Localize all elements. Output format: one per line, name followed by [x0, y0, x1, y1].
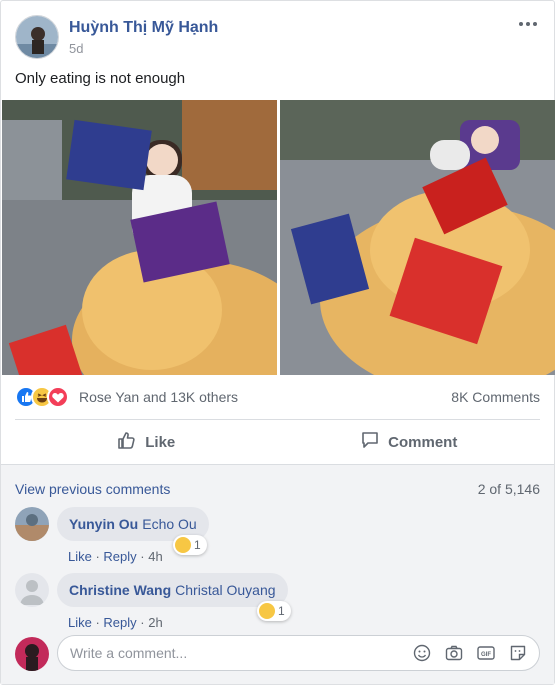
commenter-avatar[interactable] — [15, 573, 49, 607]
write-comment-row: GIF — [15, 635, 540, 673]
comment-reply-link[interactable]: Reply — [103, 615, 136, 630]
comment-like-link[interactable]: Like — [68, 615, 92, 630]
photo-left[interactable] — [2, 100, 277, 375]
like-button[interactable]: Like — [15, 422, 278, 462]
commenter-name[interactable]: Christine Wang — [69, 582, 171, 598]
comment-item: Christine Wang Christal Ouyang Like · Re… — [15, 573, 540, 633]
comment-reaction-count: 1 — [194, 538, 201, 552]
comment-label: Comment — [388, 433, 458, 451]
author-name[interactable]: Huỳnh Thị Mỹ Hạnh — [69, 19, 218, 37]
sticker-icon[interactable] — [508, 643, 528, 663]
comment-bubble: Christine Wang Christal Ouyang — [57, 573, 288, 607]
like-label: Like — [145, 433, 176, 451]
post-time[interactable]: 5d — [69, 41, 83, 56]
comment-meta: Like · Reply · 2h — [68, 615, 163, 630]
reaction-names[interactable]: Rose Yan and 13K others — [79, 389, 238, 405]
tagged-user[interactable]: Christal Ouyang — [175, 582, 275, 598]
post-card: Huỳnh Thị Mỹ Hạnh 5d Only eating is not … — [0, 0, 555, 685]
current-user-avatar[interactable] — [15, 637, 49, 671]
comment-item: Yunyin Ou Echo Ou Like · Reply · 4h 1 — [15, 507, 540, 567]
divider — [15, 419, 540, 420]
comment-input-icons: GIF — [412, 643, 528, 663]
wow-icon — [259, 603, 275, 619]
comment-time[interactable]: 2h — [148, 615, 162, 630]
comment-button[interactable]: Comment — [278, 422, 541, 462]
comment-reaction-count: 1 — [278, 604, 285, 618]
haha-icon — [175, 537, 191, 553]
commenter-avatar[interactable] — [15, 507, 49, 541]
emoji-icon[interactable] — [412, 643, 432, 663]
comment-count[interactable]: 8K Comments — [451, 389, 540, 405]
comment-time[interactable]: 4h — [148, 549, 162, 564]
post-actions: Like Comment — [15, 422, 540, 462]
reaction-icons[interactable] — [15, 386, 77, 408]
thumbs-up-icon — [117, 430, 137, 454]
svg-text:GIF: GIF — [481, 652, 491, 658]
photo-right[interactable] — [280, 100, 555, 375]
reactions-bar: Rose Yan and 13K others 8K Comments — [15, 385, 540, 409]
love-icon — [47, 386, 69, 408]
comment-reaction[interactable]: 1 — [173, 535, 207, 555]
more-options-icon[interactable] — [516, 15, 540, 33]
camera-icon[interactable] — [444, 643, 464, 663]
tagged-user[interactable]: Echo Ou — [142, 516, 196, 532]
commenter-name[interactable]: Yunyin Ou — [69, 516, 138, 532]
comment-reaction[interactable]: 1 — [257, 601, 291, 621]
comment-like-link[interactable]: Like — [68, 549, 92, 564]
comment-reply-link[interactable]: Reply — [103, 549, 136, 564]
post-text: Only eating is not enough — [15, 70, 186, 87]
photo-grid — [2, 100, 555, 375]
post-header: Huỳnh Thị Mỹ Hạnh 5d — [15, 15, 540, 61]
author-avatar[interactable] — [15, 15, 59, 59]
gif-icon[interactable]: GIF — [476, 643, 496, 663]
comment-meta: Like · Reply · 4h — [68, 549, 163, 564]
comment-bubble-icon — [360, 430, 380, 454]
view-previous-comments[interactable]: View previous comments — [15, 481, 170, 497]
comments-pager: 2 of 5,146 — [477, 481, 540, 497]
comments-section: View previous comments 2 of 5,146 Yunyin… — [1, 464, 554, 684]
